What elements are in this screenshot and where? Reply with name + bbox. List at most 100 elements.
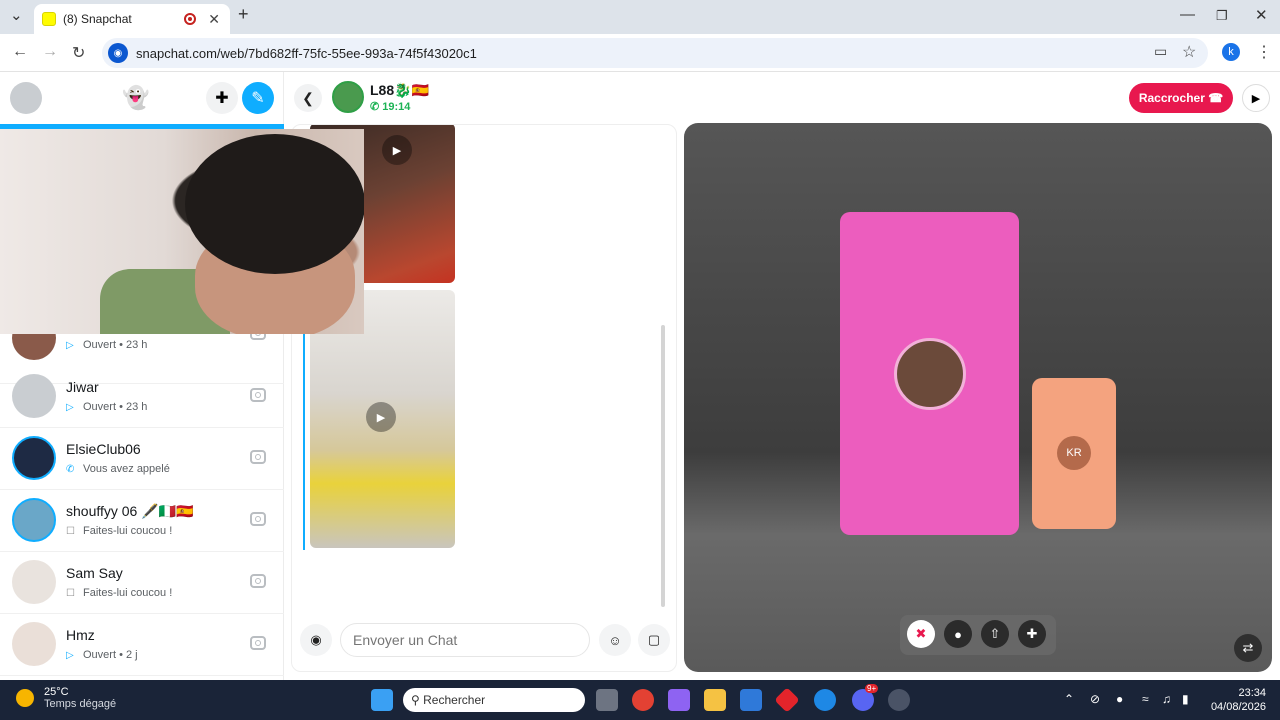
new-tab-icon[interactable]: + (238, 4, 249, 25)
snapchat-favicon-icon (42, 12, 56, 26)
phone-down-icon: ☎ (1208, 91, 1224, 105)
restore-icon[interactable]: ❐ (1216, 8, 1228, 24)
contact-avatar[interactable] (332, 81, 364, 113)
sidebar-header: 👻 ✚ ✎ (0, 72, 284, 124)
close-window-icon[interactable]: ✕ (1255, 6, 1268, 24)
local-camera-preview[interactable] (0, 129, 364, 334)
chat-status: ☐ Faites-lui coucou ! (66, 525, 172, 537)
battery-icon[interactable]: ▮ (1182, 692, 1189, 706)
minimize-icon[interactable]: — (1180, 6, 1195, 23)
chrome-icon[interactable] (632, 689, 654, 711)
participant-tile-main[interactable] (840, 212, 1019, 535)
task-view-icon[interactable] (596, 689, 618, 711)
forward-icon[interactable]: → (42, 43, 58, 61)
recording-indicator-icon (184, 13, 197, 25)
chat-name: shouffyy 06 🖋️🇮🇹🇪🇸 (66, 503, 194, 519)
snapchat-ghost-icon[interactable]: 👻 (120, 82, 152, 114)
profile-avatar[interactable]: k (1222, 43, 1240, 61)
chat-row[interactable]: ElsieClub06 ✆ Vous avez appelé (0, 428, 284, 490)
video-call-panel: KR ✖ ● ⇧ ✚ ⇄ (684, 123, 1272, 672)
chat-input[interactable] (340, 623, 590, 657)
chat-name: ElsieClub06 (66, 441, 141, 457)
system-clock[interactable]: 23:34 04/08/2026 (1208, 686, 1266, 714)
sticker-icon[interactable]: ▢ (638, 624, 670, 656)
discord-icon[interactable]: 9+ (852, 684, 879, 711)
avatar (12, 436, 56, 480)
chat-name: Sam Say (66, 565, 123, 581)
hangup-button[interactable]: Raccrocher ☎ (1129, 83, 1233, 113)
weather-moon-icon (16, 689, 34, 707)
back-chevron-icon[interactable]: ❮ (294, 84, 322, 112)
play-icon: ▶ (382, 135, 412, 165)
tab-search-chevron-icon[interactable]: ⌄ (10, 6, 23, 24)
clock-time: 23:34 (1238, 687, 1266, 699)
volume-icon[interactable]: ♫ (1162, 692, 1171, 706)
add-participant-icon[interactable]: ✚ (1018, 620, 1046, 648)
back-icon[interactable]: ← (12, 43, 28, 61)
microphone-icon[interactable]: ● (944, 620, 972, 648)
app-diamond-icon[interactable] (774, 687, 800, 713)
tab-snapchat[interactable]: (8) Snapchat ✕ (34, 4, 230, 34)
url-bar[interactable]: ◉ snapchat.com/web/7bd682ff-75fc-55ee-99… (102, 38, 1208, 68)
network-off-icon[interactable]: ⊘ (1090, 692, 1100, 706)
emoji-icon[interactable]: ☺ (599, 624, 631, 656)
temperature: 25°C (44, 686, 69, 698)
expand-play-icon[interactable]: ▶ (1242, 84, 1270, 112)
chat-name: Jiwar (66, 379, 99, 395)
avatar (12, 560, 56, 604)
chat-scrollbar[interactable] (661, 325, 665, 607)
switch-view-icon[interactable]: ⇄ (1234, 634, 1262, 662)
chat-header: ❮ L88🐉🇪🇸 ✆ 19:14 Raccrocher ☎ ▶ (284, 72, 1280, 124)
preview-hair-shape (185, 134, 364, 274)
mic-tray-icon[interactable]: ● (1116, 692, 1123, 706)
avatar (12, 498, 56, 542)
camera-icon[interactable]: ◉ (300, 624, 332, 656)
chat-row[interactable]: shouffyy 06 🖋️🇮🇹🇪🇸 ☐ Faites-lui coucou ! (0, 490, 284, 552)
store-icon[interactable] (740, 689, 762, 711)
clock-date: 04/08/2026 (1210, 701, 1266, 713)
copilot-icon[interactable] (668, 689, 690, 711)
camera-off-icon[interactable]: ✖ (907, 620, 935, 648)
help-icon[interactable] (814, 689, 836, 711)
participant-tile-secondary[interactable]: KR (1032, 378, 1116, 529)
chat-row[interactable]: Jiwar ▷ Ouvert • 23 h (0, 366, 284, 428)
chat-name: Hmz (66, 627, 95, 643)
camera-icon[interactable] (250, 388, 266, 402)
camera-icon[interactable] (250, 574, 266, 588)
browser-tab-strip: ⌄ (8) Snapchat ✕ + — ❐ ✕ (0, 0, 1280, 34)
tray-chevron-icon[interactable]: ⌃ (1064, 692, 1074, 706)
windows-taskbar: 25°C Temps dégagé ⚲ Rechercher 9+ ⌃ ⊘ ● … (0, 680, 1280, 720)
camera-icon[interactable] (250, 450, 266, 464)
chat-status-text: Faites-lui coucou ! (83, 587, 173, 599)
avatar (12, 374, 56, 418)
menu-kebab-icon[interactable]: ⋮ (1256, 42, 1272, 62)
message-indicator-line (303, 325, 305, 550)
add-friend-icon[interactable]: ✚ (206, 82, 238, 114)
call-controls: ✖ ● ⇧ ✚ (900, 615, 1056, 655)
weather-widget[interactable]: 25°C Temps dégagé (16, 686, 116, 710)
sent-arrow-icon: ▷ (66, 339, 74, 351)
file-explorer-icon[interactable] (704, 689, 726, 711)
chat-row[interactable]: Sam Say ☐ Faites-lui coucou ! (0, 552, 284, 614)
share-screen-icon[interactable]: ⇧ (981, 620, 1009, 648)
call-duration-text: 19:14 (382, 101, 411, 113)
camera-icon[interactable] (250, 636, 266, 650)
app-clock-icon[interactable] (888, 689, 910, 711)
participant-bitmoji-avatar (894, 338, 966, 410)
call-icon: ✆ (66, 463, 75, 475)
cast-icon[interactable]: ▭ (1154, 43, 1167, 60)
new-chat-icon[interactable]: ✎ (242, 82, 274, 114)
camera-icon[interactable] (250, 512, 266, 526)
address-toolbar: ← → ↻ ◉ snapchat.com/web/7bd682ff-75fc-5… (0, 34, 1280, 72)
close-tab-icon[interactable]: ✕ (208, 11, 220, 28)
chat-row[interactable]: Hmz ▷ Ouvert • 2 j (0, 614, 284, 676)
bookmark-star-icon[interactable]: ☆ (1182, 42, 1196, 62)
reload-icon[interactable]: ↻ (72, 43, 85, 63)
wifi-icon[interactable]: ≈ (1142, 692, 1149, 706)
profile-settings-icon[interactable] (10, 82, 42, 114)
chat-status: ▷ Ouvert • 23 h (66, 339, 147, 351)
windows-start-icon[interactable] (371, 689, 393, 711)
taskbar-search[interactable]: ⚲ Rechercher (403, 688, 585, 712)
discord-badge: 9+ (865, 684, 879, 693)
url-text: snapchat.com/web/7bd682ff-75fc-55ee-993a… (136, 45, 477, 61)
